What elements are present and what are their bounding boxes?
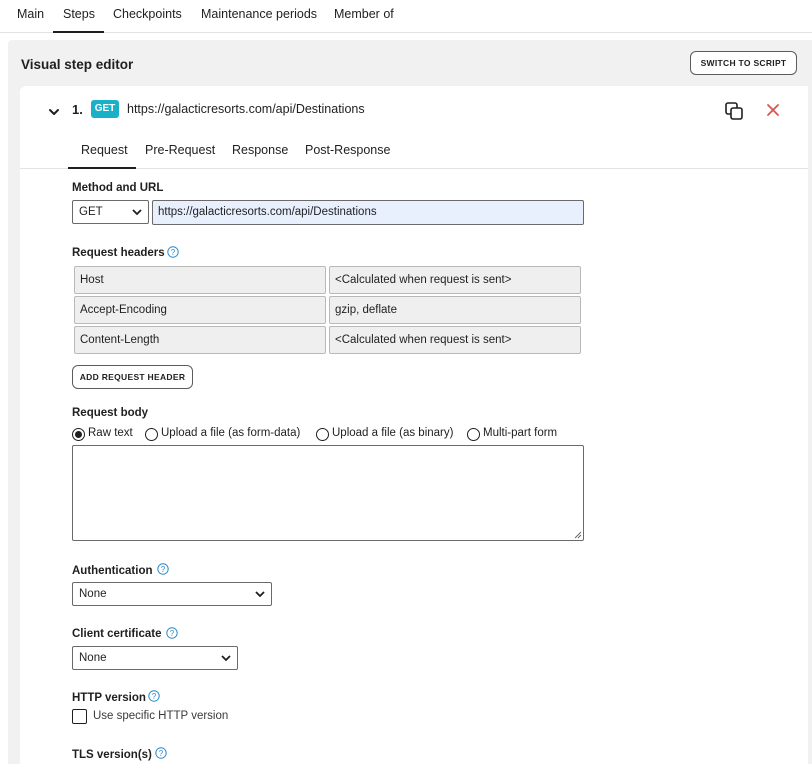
tab-steps[interactable]: Steps xyxy=(63,7,95,33)
svg-text:?: ? xyxy=(159,749,164,758)
header-name-cell[interactable]: Content-Length xyxy=(74,326,326,354)
tls-version-label: TLS version(s) xyxy=(72,749,152,761)
tab-main[interactable]: Main xyxy=(17,7,44,21)
method-select-value: GET xyxy=(79,206,103,218)
chevron-down-icon[interactable] xyxy=(47,105,61,119)
top-tab-bar: Main Steps Checkpoints Maintenance perio… xyxy=(0,0,812,33)
panel-title: Visual step editor xyxy=(21,57,134,72)
help-icon[interactable]: ? xyxy=(166,627,178,639)
header-value-cell[interactable]: <Calculated when request is sent> xyxy=(329,326,581,354)
request-sub-tabs: Request Pre-Request Response Post-Respon… xyxy=(20,138,808,169)
radio-label: Upload a file (as binary) xyxy=(332,427,454,439)
radio-label: Raw text xyxy=(88,427,133,439)
svg-text:?: ? xyxy=(170,629,175,638)
active-sub-tab-indicator xyxy=(68,167,136,169)
help-icon[interactable]: ? xyxy=(148,690,160,702)
tab-response[interactable]: Response xyxy=(232,143,288,157)
close-icon[interactable] xyxy=(766,103,780,117)
copy-icon[interactable] xyxy=(724,101,744,121)
step-number: 1. xyxy=(72,102,83,117)
radio-upload-form-data[interactable] xyxy=(145,428,158,441)
tab-member-of[interactable]: Member of xyxy=(334,7,394,21)
help-icon[interactable]: ? xyxy=(157,563,169,575)
svg-text:?: ? xyxy=(161,565,166,574)
step-url: https://galacticresorts.com/api/Destinat… xyxy=(127,102,365,116)
use-specific-http-version-checkbox[interactable] xyxy=(72,709,87,724)
client-certificate-select[interactable]: None xyxy=(72,646,238,670)
client-certificate-select-value: None xyxy=(79,652,107,664)
chevron-down-icon xyxy=(221,655,231,662)
radio-raw-text[interactable] xyxy=(72,428,85,441)
http-version-label: HTTP version xyxy=(72,692,146,704)
header-value-cell[interactable]: <Calculated when request is sent> xyxy=(329,266,581,294)
checkbox-label: Use specific HTTP version xyxy=(93,710,229,722)
method-badge: GET xyxy=(91,100,119,118)
url-input[interactable]: https://galacticresorts.com/api/Destinat… xyxy=(152,200,584,225)
radio-label: Multi-part form xyxy=(483,427,558,439)
svg-text:?: ? xyxy=(152,692,157,701)
header-name-cell[interactable]: Accept-Encoding xyxy=(74,296,326,324)
header-value-cell[interactable]: gzip, deflate xyxy=(329,296,581,324)
request-headers-label: Request headers xyxy=(72,247,165,259)
radio-multi-part-form[interactable] xyxy=(467,428,480,441)
request-body-textarea[interactable] xyxy=(72,445,584,541)
tab-request[interactable]: Request xyxy=(81,143,128,157)
client-certificate-label: Client certificate xyxy=(72,628,162,640)
method-url-label: Method and URL xyxy=(72,182,164,194)
authentication-select[interactable]: None xyxy=(72,582,272,606)
help-icon[interactable]: ? xyxy=(155,747,167,759)
add-request-header-button[interactable]: ADD REQUEST HEADER xyxy=(72,365,193,389)
help-icon[interactable]: ? xyxy=(167,246,179,258)
tab-post-response[interactable]: Post-Response xyxy=(305,143,390,157)
request-body-label: Request body xyxy=(72,407,149,419)
svg-text:?: ? xyxy=(171,248,176,257)
authentication-label: Authentication xyxy=(72,565,153,577)
chevron-down-icon xyxy=(132,209,142,216)
chevron-down-icon xyxy=(255,591,265,598)
authentication-select-value: None xyxy=(79,588,107,600)
switch-to-script-button[interactable]: SWITCH TO SCRIPT xyxy=(690,51,797,75)
header-name-cell[interactable]: Host xyxy=(74,266,326,294)
tab-pre-request[interactable]: Pre-Request xyxy=(145,143,215,157)
active-tab-indicator xyxy=(53,31,104,33)
radio-upload-binary[interactable] xyxy=(316,428,329,441)
tab-checkpoints[interactable]: Checkpoints xyxy=(113,7,182,21)
tab-maintenance-periods[interactable]: Maintenance periods xyxy=(201,7,317,21)
resize-handle-icon[interactable] xyxy=(574,531,582,539)
radio-label: Upload a file (as form-data) xyxy=(161,427,301,439)
method-select[interactable]: GET xyxy=(72,200,149,224)
